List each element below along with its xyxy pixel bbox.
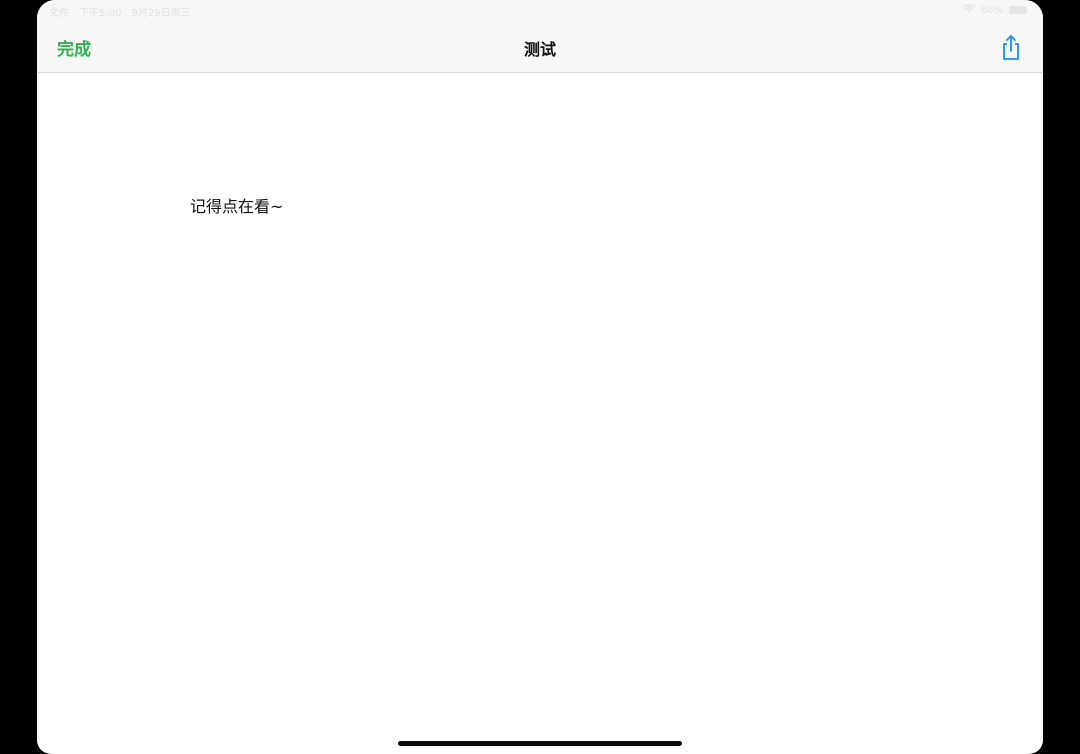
- battery-icon: [1009, 6, 1027, 14]
- status-time: 下午5:00: [79, 8, 122, 19]
- status-left: 文件 下午5:00 9月29日周三: [49, 4, 191, 19]
- status-right: 66%: [963, 4, 1027, 16]
- document-text: 记得点在看~: [190, 197, 284, 216]
- share-icon[interactable]: [999, 34, 1023, 62]
- navigation-bar: 完成 测试: [37, 22, 1043, 73]
- device-screen: 文件 下午5:00 9月29日周三 66% 完成 测试 记得点在看~: [37, 0, 1043, 754]
- back-to-app-link[interactable]: 文件: [49, 4, 69, 19]
- battery-percent: 66%: [980, 4, 1003, 16]
- status-bar: 文件 下午5:00 9月29日周三 66%: [37, 0, 1043, 22]
- page-title: 测试: [523, 40, 556, 59]
- wifi-icon: [963, 4, 975, 16]
- status-date: 9月29日周三: [131, 8, 191, 19]
- home-indicator[interactable]: [398, 741, 682, 746]
